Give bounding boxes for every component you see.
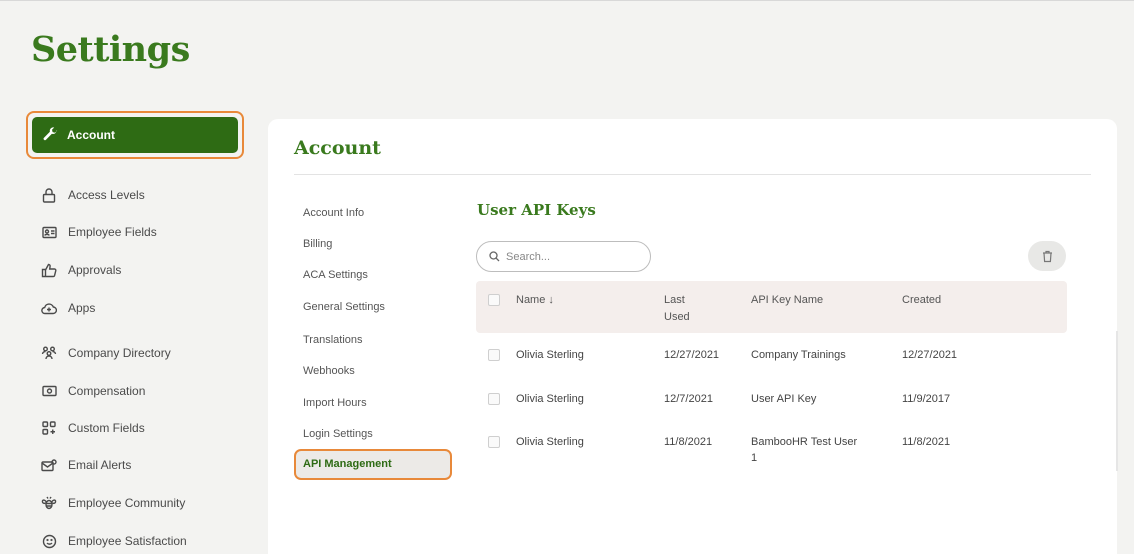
row-created: 11/8/2021 xyxy=(902,436,951,448)
cloud-plus-icon xyxy=(40,299,58,317)
sidebar-item-label: Account xyxy=(67,128,115,142)
subnav-login-settings[interactable]: Login Settings xyxy=(303,428,373,440)
column-header-last-used-line1: Last xyxy=(664,294,685,306)
sidebar-item-employee-fields[interactable]: Employee Fields xyxy=(40,221,157,243)
sidebar-item-employee-community[interactable]: Employee Community xyxy=(40,492,185,514)
sidebar-item-label: Email Alerts xyxy=(68,458,132,472)
row-checkbox[interactable] xyxy=(488,436,500,448)
id-card-icon xyxy=(40,223,58,241)
wrench-icon xyxy=(43,127,58,141)
row-name: Olivia Sterling xyxy=(516,436,584,448)
main-card xyxy=(268,119,1117,554)
column-header-created: Created xyxy=(902,294,942,306)
row-name: Olivia Sterling xyxy=(516,393,584,405)
trash-icon xyxy=(1042,250,1052,262)
subnav-general-settings[interactable]: General Settings xyxy=(303,301,385,313)
row-last-used: 12/27/2021 xyxy=(664,349,720,361)
sidebar-item-label: Custom Fields xyxy=(68,421,145,435)
row-name: Olivia Sterling xyxy=(516,349,584,361)
row-api-key-name: User API Key xyxy=(751,393,817,405)
row-checkbox[interactable] xyxy=(488,393,500,405)
lock-icon xyxy=(40,186,58,204)
row-api-key-name-line2: 1 xyxy=(751,452,758,464)
grid-plus-icon xyxy=(40,419,58,437)
subnav-billing[interactable]: Billing xyxy=(303,238,332,250)
search-icon xyxy=(489,251,500,262)
delete-button[interactable] xyxy=(1028,241,1066,271)
mail-icon xyxy=(40,456,58,474)
sidebar-item-email-alerts[interactable]: Email Alerts xyxy=(40,454,131,476)
sidebar-item-account[interactable]: Account xyxy=(32,117,238,153)
sidebar-item-label: Access Levels xyxy=(68,188,145,202)
subnav-account-info[interactable]: Account Info xyxy=(303,207,364,219)
scrollbar-track[interactable] xyxy=(1116,331,1118,471)
subnav-translations[interactable]: Translations xyxy=(303,334,363,346)
row-checkbox[interactable] xyxy=(488,349,500,361)
search-input[interactable]: Search... xyxy=(476,241,651,272)
row-created: 12/27/2021 xyxy=(902,349,958,361)
sidebar-item-custom-fields[interactable]: Custom Fields xyxy=(40,417,145,439)
sidebar-item-apps[interactable]: Apps xyxy=(40,297,95,319)
row-last-used: 11/8/2021 xyxy=(664,436,713,448)
bee-icon xyxy=(40,494,58,512)
money-icon xyxy=(40,382,58,400)
subnav-aca-settings[interactable]: ACA Settings xyxy=(303,269,368,281)
row-api-key-name: Company Trainings xyxy=(751,349,846,361)
select-all-checkbox[interactable] xyxy=(488,294,500,306)
page-title: Settings xyxy=(31,29,190,70)
divider xyxy=(294,174,1091,175)
sidebar-item-company-directory[interactable]: Company Directory xyxy=(40,342,171,364)
sidebar-item-approvals[interactable]: Approvals xyxy=(40,259,121,281)
section-title: User API Keys xyxy=(477,201,596,219)
card-title: Account xyxy=(294,137,381,159)
smiley-icon xyxy=(40,532,58,550)
row-api-key-name: BambooHR Test User xyxy=(751,436,858,448)
thumbs-up-icon xyxy=(40,261,58,279)
row-created: 11/9/2017 xyxy=(902,393,951,405)
subnav-api-management[interactable]: API Management xyxy=(303,458,392,470)
sidebar-item-employee-satisfaction[interactable]: Employee Satisfaction xyxy=(40,530,187,552)
sidebar-item-compensation[interactable]: Compensation xyxy=(40,380,145,402)
subnav-import-hours[interactable]: Import Hours xyxy=(303,397,367,409)
sidebar-item-label: Employee Community xyxy=(68,496,186,510)
subnav-webhooks[interactable]: Webhooks xyxy=(303,365,355,377)
sidebar-item-label: Employee Fields xyxy=(68,225,157,239)
sidebar-item-access-levels[interactable]: Access Levels xyxy=(40,184,145,206)
column-header-api-key-name: API Key Name xyxy=(751,294,824,306)
search-placeholder: Search... xyxy=(506,250,551,263)
sidebar-item-label: Compensation xyxy=(68,384,146,398)
sidebar-item-label: Company Directory xyxy=(68,346,171,360)
sidebar-item-label: Apps xyxy=(68,301,96,315)
column-header-last-used-line2: Used xyxy=(664,311,690,323)
sidebar-item-label: Employee Satisfaction xyxy=(68,534,187,548)
column-header-name[interactable]: Name ↓ xyxy=(516,292,554,308)
people-icon xyxy=(40,344,58,362)
row-last-used: 12/7/2021 xyxy=(664,393,713,405)
sidebar-item-label: Approvals xyxy=(68,263,122,277)
